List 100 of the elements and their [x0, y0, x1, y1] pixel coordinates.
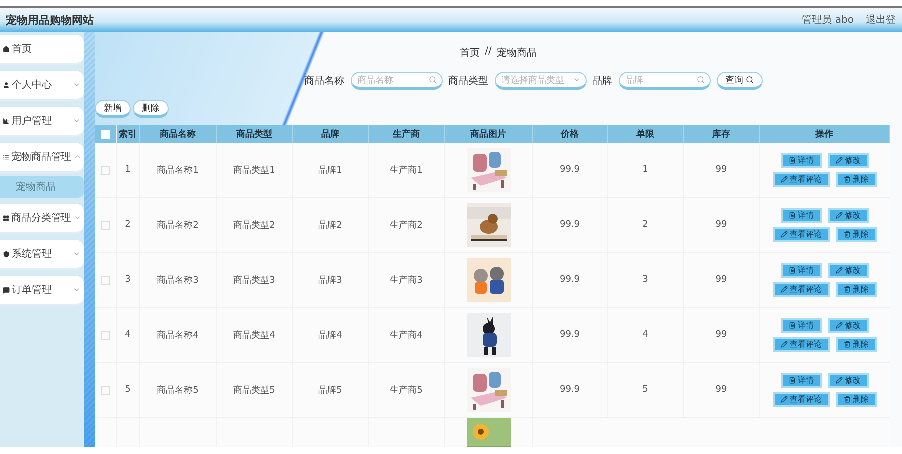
checkbox[interactable]	[101, 220, 110, 230]
document-icon	[789, 157, 796, 164]
sidebar-subitem[interactable]: 宠物商品	[0, 176, 84, 198]
table-cell: 5	[608, 363, 684, 417]
sidebar-item[interactable]: 用户管理	[0, 107, 84, 137]
checkbox[interactable]	[101, 276, 110, 284]
delete-button[interactable]: 删除	[836, 282, 877, 297]
table-cell: 4	[608, 308, 684, 362]
edit-button[interactable]: 修改	[828, 153, 869, 168]
home-icon	[3, 46, 10, 52]
comments-button[interactable]: 查看评论	[773, 337, 830, 352]
column-header: 商品类型	[217, 125, 293, 143]
edit-button[interactable]: 修改	[828, 208, 869, 223]
detail-button[interactable]: 详情	[781, 153, 822, 168]
table-cell: 5	[117, 363, 140, 417]
comments-button[interactable]: 查看评论	[773, 392, 830, 407]
add-button[interactable]: 新增	[95, 100, 131, 118]
table-cell: 1	[117, 143, 140, 197]
edit-button[interactable]: 修改	[828, 318, 869, 333]
document-icon	[789, 377, 796, 384]
breadcrumb-separator: //	[485, 46, 492, 59]
detail-button[interactable]: 详情	[781, 373, 822, 388]
column-header: 单限	[608, 125, 684, 143]
delete-button[interactable]: 删除	[836, 227, 877, 242]
edit-button[interactable]: 修改	[828, 373, 869, 388]
column-header: 操作	[760, 125, 890, 143]
trash-icon	[844, 396, 851, 403]
pencil-icon	[836, 322, 843, 329]
chevron-icon	[74, 153, 81, 161]
delete-button[interactable]: 删除	[133, 100, 169, 118]
logout-link[interactable]: 退出登	[866, 13, 896, 27]
table-cell: 99	[684, 363, 760, 417]
pencil-icon	[781, 231, 788, 238]
delete-button[interactable]: 删除	[836, 337, 877, 352]
pencil-icon	[836, 377, 843, 384]
select-field[interactable]: 请选择商品类型	[494, 72, 586, 90]
comments-button[interactable]: 查看评论	[773, 227, 830, 242]
delete-button[interactable]: 删除	[836, 172, 877, 187]
sidebar-item[interactable]: 订单管理	[0, 276, 84, 306]
query-button[interactable]: 查询	[716, 72, 762, 90]
table-cell: 品牌2	[293, 198, 369, 252]
comments-button[interactable]: 查看评论	[773, 282, 830, 297]
sidebar-item[interactable]: 个人中心	[0, 71, 84, 101]
table-cell: 99.9	[533, 198, 608, 252]
document-icon	[789, 212, 796, 219]
trash-icon	[844, 341, 851, 348]
search-field[interactable]: 商品名称	[350, 72, 442, 90]
search-icon	[746, 76, 754, 84]
breadcrumb-item[interactable]: 首页	[460, 46, 480, 66]
user-icon	[3, 82, 10, 88]
sidebar-item[interactable]: 宠物商品管理	[0, 143, 84, 173]
table-cell: 99	[684, 198, 760, 252]
table-cell: 商品名称5	[140, 363, 217, 417]
table-cell: 品牌3	[293, 253, 369, 307]
edit-button[interactable]: 修改	[828, 263, 869, 278]
shield-icon	[3, 250, 10, 258]
table-cell: 商品名称4	[140, 308, 217, 362]
detail-button[interactable]: 详情	[781, 208, 822, 223]
checkbox[interactable]	[101, 386, 110, 394]
table-cell: 商品类型3	[217, 253, 293, 307]
pencil-icon	[781, 396, 788, 403]
table-cell: 99.9	[533, 363, 608, 417]
message-icon	[3, 286, 10, 294]
grid-icon	[3, 214, 10, 222]
table-cell: 生产商5	[369, 363, 445, 417]
table-cell: 商品类型1	[217, 143, 293, 197]
table-cell: 1	[608, 143, 684, 197]
table-cell: 商品名称1	[140, 143, 217, 197]
table-cell: 商品名称3	[140, 253, 217, 307]
sidebar-item[interactable]: 系统管理	[0, 240, 84, 270]
table-cell: 品牌5	[293, 363, 369, 417]
chevron-icon	[73, 250, 81, 258]
checkbox[interactable]	[101, 166, 110, 174]
sidebar-item[interactable]: 商品分类管理	[0, 204, 84, 234]
sidebar-item[interactable]: 首页	[0, 35, 84, 65]
table-cell: 3	[608, 253, 684, 307]
pencil-icon	[836, 212, 843, 219]
detail-button[interactable]: 详情	[781, 318, 822, 333]
comments-button[interactable]: 查看评论	[773, 172, 830, 187]
chevron-icon	[73, 117, 81, 125]
delete-button[interactable]: 删除	[836, 392, 877, 407]
table-cell: 99	[684, 253, 760, 307]
checkbox[interactable]	[101, 330, 110, 340]
table-cell: 99.9	[533, 253, 608, 307]
chevron-icon	[74, 214, 81, 222]
table-cell: 生产商2	[369, 198, 445, 252]
table-cell: 生产商1	[369, 143, 445, 197]
table-cell: 99	[684, 143, 760, 197]
user-name: 管理员 abo	[802, 14, 854, 27]
table-cell: 99.9	[533, 143, 608, 197]
detail-button[interactable]: 详情	[781, 263, 822, 278]
pencil-icon	[836, 267, 843, 274]
search-field[interactable]: 品牌	[618, 72, 710, 90]
chevron-icon	[73, 286, 81, 294]
table-cell: 99	[684, 308, 760, 362]
field-label: 商品名称	[304, 74, 344, 88]
list-icon	[3, 154, 10, 160]
column-header: 库存	[684, 125, 760, 143]
column-header: 索引	[117, 125, 140, 143]
trash-icon	[844, 176, 851, 183]
